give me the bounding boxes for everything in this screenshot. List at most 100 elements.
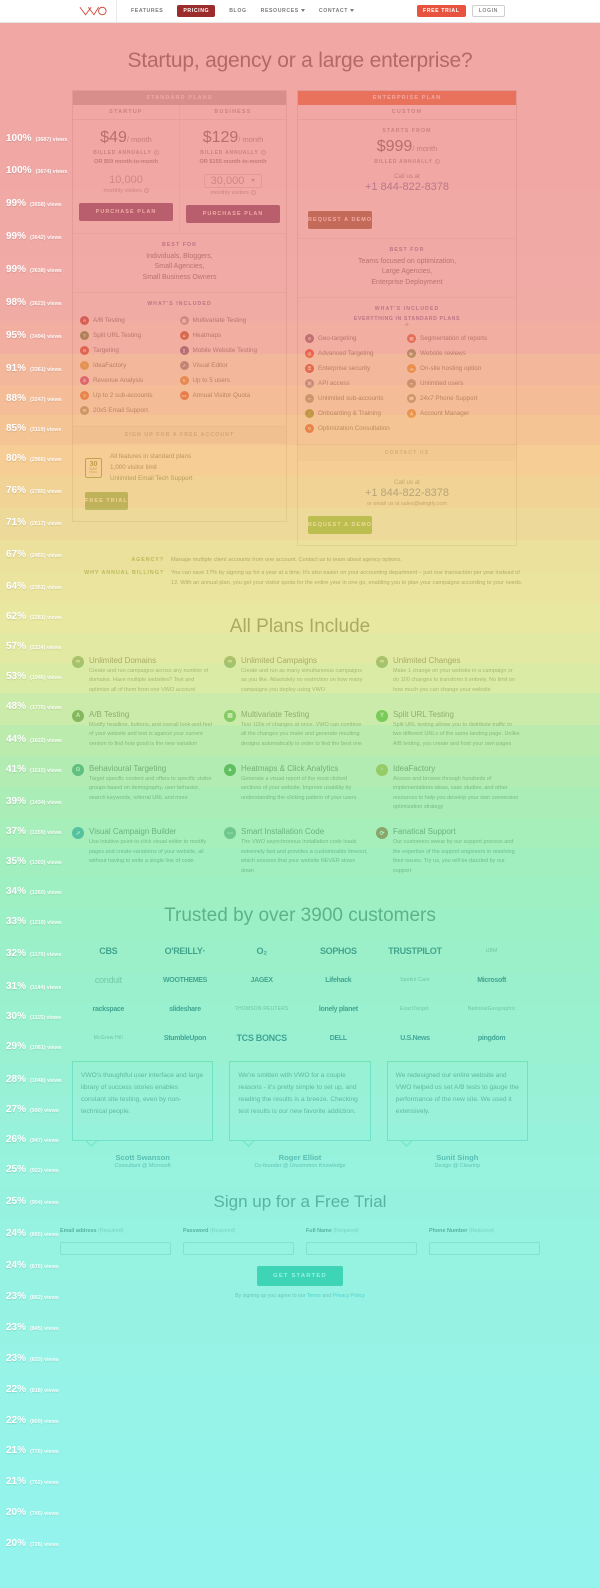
terms-link[interactable]: Terms bbox=[307, 1293, 321, 1299]
customer-logo: SOPHOS bbox=[300, 937, 377, 966]
feature-item: ▦Multivariate Testing bbox=[180, 313, 280, 328]
business-visitor-select-wrap: 30,000 bbox=[186, 174, 280, 188]
contact-phone[interactable]: +1 844-822-8378 bbox=[308, 487, 506, 499]
feature-title: Fanatical Support bbox=[393, 827, 520, 836]
column-title-business: BUSINESS bbox=[179, 105, 286, 120]
business-price: $129/ month bbox=[186, 129, 280, 147]
contact-email-line[interactable]: or email us at sales@wingify.com bbox=[308, 501, 506, 507]
feature-label: Advanced Targeting bbox=[318, 350, 374, 357]
page-title: Startup, agency or a large enterprise? bbox=[0, 23, 600, 73]
enterprise-best-for-label: BEST FOR bbox=[298, 239, 516, 257]
feature-item: ⊙Geo-targeting bbox=[305, 331, 407, 346]
standard-column-headers: STARTUP BUSINESS bbox=[73, 105, 286, 120]
signup-fields: Email address (Required) Password (Requir… bbox=[60, 1228, 540, 1256]
customer-logo: U.S.News bbox=[377, 1024, 454, 1053]
feature-item: YSplit URL Testing bbox=[80, 328, 180, 343]
feature-card: ⋯Smart Installation CodeThe VWO asynchro… bbox=[224, 823, 376, 887]
enterprise-feature-list: ⊙Geo-targeting▤Segmentation of reports◎A… bbox=[298, 329, 516, 444]
pricing-cards: STANDARD PLANS STARTUP BUSINESS $49/ mon… bbox=[0, 73, 600, 546]
feature-description: Make 1 change on your website in a campa… bbox=[393, 667, 520, 696]
field-label: Full Name (Required) bbox=[306, 1228, 417, 1234]
testimonial-author: Scott Swanson bbox=[72, 1153, 213, 1162]
feature-item: ▤Segmentation of reports bbox=[407, 331, 509, 346]
get-started-button[interactable]: GET STARTED bbox=[257, 1266, 343, 1286]
testimonial: We're smitten with VWO for a couple reas… bbox=[229, 1061, 370, 1170]
privacy-policy-link[interactable]: Privacy Policy bbox=[333, 1293, 365, 1299]
login-button[interactable]: LOGIN bbox=[472, 5, 505, 17]
feature-card: AA/B TestingModify headline, buttons, an… bbox=[72, 706, 224, 760]
feature-item: ▲Heatmaps bbox=[180, 328, 280, 343]
input-password[interactable] bbox=[183, 1242, 294, 1255]
standard-included-label: WHAT'S INCLUDED bbox=[73, 293, 286, 311]
input-phone-number[interactable] bbox=[429, 1242, 540, 1255]
customer-logo-text: U.S.News bbox=[400, 1035, 430, 1042]
nav-links: FEATURES PRICING BLOG RESOURCES CONTACT bbox=[131, 5, 354, 17]
help-icon[interactable]: ? bbox=[251, 190, 256, 195]
feature-title: Behavioural Targeting bbox=[89, 764, 216, 773]
customer-logo: JAGEX bbox=[223, 966, 300, 995]
input-full-name[interactable] bbox=[306, 1242, 417, 1255]
standard-card-header: STANDARD PLANS bbox=[73, 91, 286, 105]
nav-item-pricing[interactable]: PRICING bbox=[177, 5, 215, 17]
help-icon[interactable]: ? bbox=[435, 159, 440, 164]
startup-price: $49/ month bbox=[79, 129, 173, 147]
vwo-logo[interactable] bbox=[78, 4, 108, 18]
free-trial-button[interactable]: FREE TRIAL bbox=[417, 5, 466, 17]
purchase-plan-button-business[interactable]: PURCHASE PLAN bbox=[186, 205, 280, 223]
feature-item: 5Up to 5 users bbox=[180, 373, 280, 388]
customer-logo: NationalGeographic bbox=[453, 995, 530, 1024]
feature-card: ▲Heatmaps & Click AnalyticsGenerate a vi… bbox=[224, 760, 376, 824]
enterprise-starts-from: STARTS FROM bbox=[308, 128, 506, 134]
enterprise-best-for-text: Teams focused on optimization, Large Age… bbox=[298, 257, 516, 298]
help-icon[interactable]: ? bbox=[154, 150, 159, 155]
nav-item-contact[interactable]: CONTACT bbox=[319, 8, 354, 14]
feature-card: ⊙Behavioural TargetingTarget specific co… bbox=[72, 760, 224, 824]
nav-item-features[interactable]: FEATURES bbox=[131, 8, 163, 14]
request-demo-button-top[interactable]: REQUEST A DEMO bbox=[308, 211, 372, 229]
faq-question-annual-billing: WHY ANNUAL BILLING? bbox=[72, 569, 164, 587]
feature-title: Visual Campaign Builder bbox=[89, 827, 216, 836]
testimonial-role: Consultant @ Microsoft bbox=[72, 1162, 213, 1170]
help-icon[interactable]: ? bbox=[261, 150, 266, 155]
form-field: Password (Required) bbox=[183, 1228, 294, 1256]
nav-item-blog[interactable]: BLOG bbox=[229, 8, 246, 14]
nav-divider bbox=[116, 0, 117, 23]
customer-logo: UBM bbox=[453, 937, 530, 966]
customer-logo-text: TRUSTPILOT bbox=[388, 946, 442, 956]
input-email-address[interactable] bbox=[60, 1242, 171, 1255]
help-icon[interactable]: ? bbox=[144, 188, 149, 193]
feature-card: ♀IdeaFactoryAccess and browse through hu… bbox=[376, 760, 528, 824]
customer-logo-text: Spokin Care bbox=[400, 977, 430, 983]
feature-icon: ▯ bbox=[180, 346, 189, 355]
customer-logo-text: conduit bbox=[95, 975, 122, 985]
feature-item: ⚿Enterprise security bbox=[305, 361, 407, 376]
feature-label: Account Manager bbox=[420, 410, 469, 417]
field-label: Password (Required) bbox=[183, 1228, 294, 1234]
standard-plans-card: STANDARD PLANS STARTUP BUSINESS $49/ mon… bbox=[72, 90, 287, 522]
plan-column-startup: $49/ month BILLED ANNUALLY ? OR $59 mont… bbox=[73, 120, 179, 233]
top-navbar: FEATURES PRICING BLOG RESOURCES CONTACT … bbox=[0, 0, 600, 23]
required-tag: (Required) bbox=[98, 1228, 123, 1234]
customer-logo: O'REILLY· bbox=[147, 937, 224, 966]
purchase-plan-button-startup[interactable]: PURCHASE PLAN bbox=[79, 203, 173, 221]
free-line: 1,000 visitor limit bbox=[110, 462, 192, 473]
feature-card: ∞Unlimited CampaignsCreate and run as ma… bbox=[224, 652, 376, 706]
business-visitor-dropdown[interactable]: 30,000 bbox=[204, 174, 263, 188]
feature-icon: ∞ bbox=[72, 656, 84, 668]
feature-icon: ↑ bbox=[305, 409, 314, 418]
feature-description: Create and run as many simultaneous camp… bbox=[241, 667, 368, 696]
feature-description: Use intuitive point-to-click visual edit… bbox=[89, 838, 216, 867]
free-trial-cta-button[interactable]: FREE TRIAL bbox=[85, 492, 128, 510]
feature-label: Up to 5 users bbox=[193, 377, 230, 384]
feature-label: Targeting bbox=[93, 347, 119, 354]
enterprise-phone[interactable]: +1 844-822-8378 bbox=[308, 181, 506, 193]
form-field: Email address (Required) bbox=[60, 1228, 171, 1256]
startup-monthly-note: OR $59 month-to-month bbox=[79, 159, 173, 165]
request-demo-button-bottom[interactable]: REQUEST A DEMO bbox=[308, 516, 372, 534]
customer-logo: WOOTHEMES bbox=[147, 966, 224, 995]
nav-item-resources[interactable]: RESOURCES bbox=[261, 8, 305, 14]
feature-icon: ⌘ bbox=[305, 379, 314, 388]
feature-label: A/B Testing bbox=[93, 317, 125, 324]
faq-row: WHY ANNUAL BILLING? You can save 17% by … bbox=[72, 569, 528, 587]
feature-label: 20x5 Email Support bbox=[93, 407, 148, 414]
